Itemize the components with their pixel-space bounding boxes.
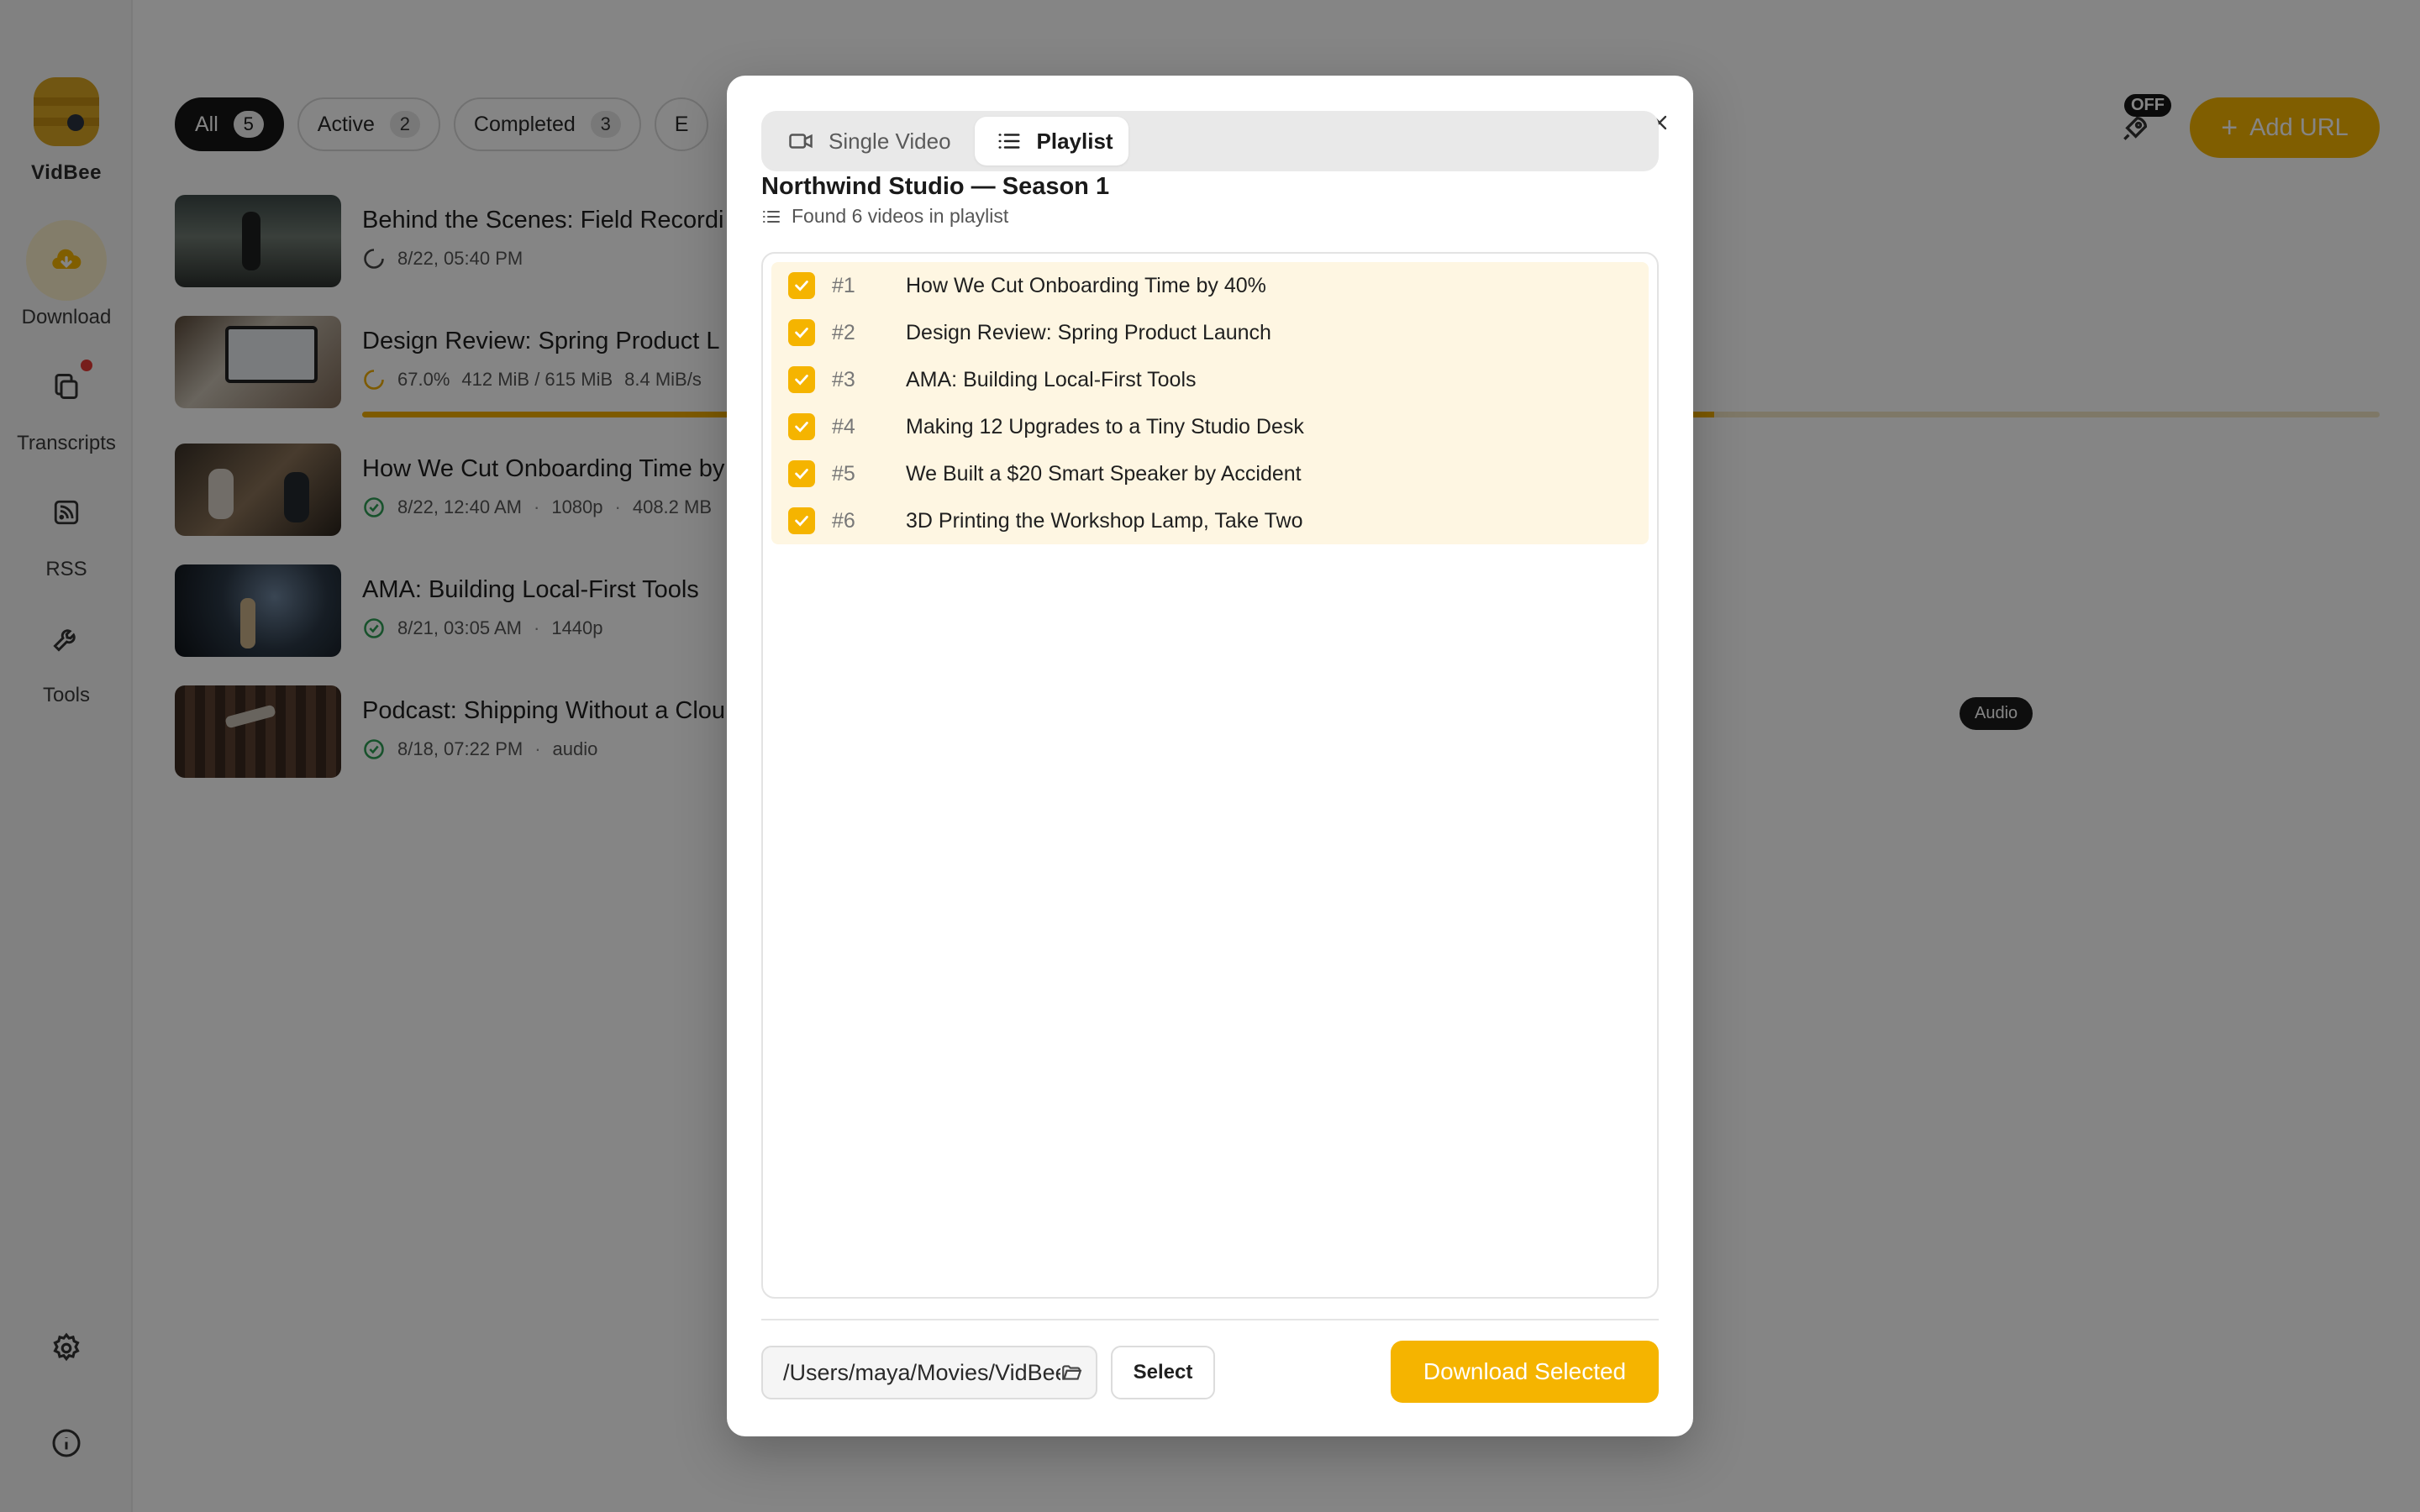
item-checkbox[interactable] [788,413,815,440]
check-icon [795,375,808,386]
item-title: 3D Printing the Workshop Lamp, Take Two [906,508,1303,533]
playlist-items: #1 How We Cut Onboarding Time by 40% #2 … [761,252,1659,1299]
item-number: #1 [832,273,855,297]
playlist-title: Northwind Studio — Season 1 [761,173,1110,200]
item-title: Design Review: Spring Product Launch [906,320,1271,344]
item-title: We Built a $20 Smart Speaker by Accident [906,461,1302,486]
item-checkbox[interactable] [788,366,815,393]
check-icon [795,422,808,433]
check-icon [795,328,808,339]
item-number: #3 [832,367,855,391]
list-item[interactable]: #5 We Built a $20 Smart Speaker by Accid… [771,450,1649,497]
list-icon [998,134,1020,149]
list-item[interactable]: #2 Design Review: Spring Product Launch [771,309,1649,356]
item-title: Making 12 Upgrades to a Tiny Studio Desk [906,414,1304,438]
item-number: #4 [832,414,855,438]
tab-label: Playlist [1036,128,1113,154]
item-checkbox[interactable] [788,460,815,487]
item-checkbox[interactable] [788,319,815,346]
list-item[interactable]: #1 How We Cut Onboarding Time by 40% [771,262,1649,309]
download-selected-button[interactable]: Download Selected [1391,1341,1659,1403]
tab-label: Single Video [829,128,951,154]
footer-divider [761,1319,1659,1320]
list-item[interactable]: #3 AMA: Building Local-First Tools [771,356,1649,403]
item-title: How We Cut Onboarding Time by 40% [906,273,1266,297]
found-text: Found 6 videos in playlist [792,205,1009,227]
select-folder-button[interactable]: Select [1111,1346,1215,1399]
list-item[interactable]: #4 Making 12 Upgrades to a Tiny Studio D… [771,403,1649,450]
save-path-text: /Users/maya/Movies/VidBee [783,1359,1060,1385]
tab-playlist[interactable]: Playlist [974,117,1128,165]
list-item[interactable]: #6 3D Printing the Workshop Lamp, Take T… [771,497,1649,544]
tab-single-video[interactable]: Single Video [766,117,966,165]
item-number: #2 [832,320,855,344]
item-number: #5 [832,461,855,486]
item-checkbox[interactable] [788,272,815,299]
playlist-found-count: Found 6 videos in playlist [761,205,1008,228]
item-number: #6 [832,508,855,533]
playlist-download-dialog: Single Video Playlist Northwind Studio —… [727,76,1693,1436]
check-icon [795,281,808,291]
check-icon [795,516,808,527]
check-icon [795,469,808,480]
item-title: AMA: Building Local-First Tools [906,367,1197,391]
folder-open-icon[interactable] [1060,1362,1082,1383]
list-icon [763,210,780,223]
save-path-field[interactable]: /Users/maya/Movies/VidBee [761,1346,1097,1399]
item-checkbox[interactable] [788,507,815,534]
video-camera-icon [789,134,813,149]
source-tabs: Single Video Playlist [761,111,1659,171]
